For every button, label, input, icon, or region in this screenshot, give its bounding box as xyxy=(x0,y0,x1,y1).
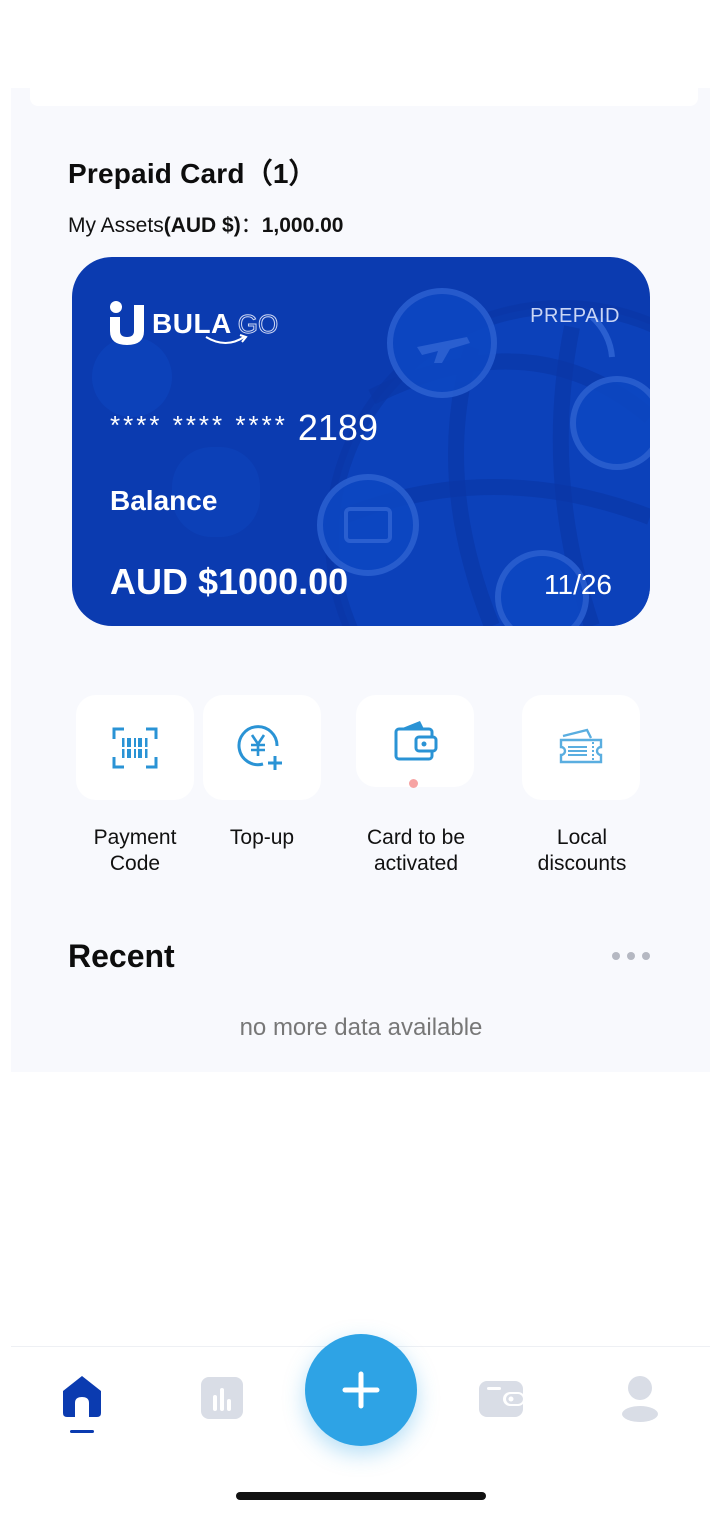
empty-state-text: no more data available xyxy=(239,1014,483,1041)
top-up-label: Top-up xyxy=(229,826,295,849)
more-options-icon[interactable] xyxy=(612,952,650,960)
tab-profile[interactable] xyxy=(614,1372,666,1424)
ticket-icon xyxy=(559,728,603,763)
balance-label: Balance xyxy=(110,485,218,516)
local-discounts-label: Local discounts xyxy=(537,826,627,875)
assets-value: 1,000.00 xyxy=(261,214,344,237)
card-to-be-activated-label: Card to be activated xyxy=(366,826,466,875)
bulago-logo: BULA GO xyxy=(108,301,279,347)
card-type-label: PREPAID xyxy=(530,305,620,327)
home-icon xyxy=(63,1376,101,1417)
local-discounts-tile[interactable] xyxy=(522,695,640,800)
balance-value: AUD $1000.00 xyxy=(110,561,349,602)
user-icon xyxy=(622,1376,658,1422)
wallet-icon xyxy=(394,721,438,761)
tab-home[interactable] xyxy=(56,1370,108,1422)
yen-plus-icon xyxy=(237,724,282,770)
card-number-last4: 2189 xyxy=(297,407,378,448)
top-strip xyxy=(30,88,698,106)
notification-dot xyxy=(409,779,418,788)
plus-icon xyxy=(342,1371,380,1409)
assets-separator: ： xyxy=(240,214,262,237)
active-tab-indicator xyxy=(70,1430,94,1433)
barcode-scan-icon xyxy=(112,727,158,768)
bar-chart-icon xyxy=(201,1377,243,1419)
card-number: **** **** **** 2189 xyxy=(110,407,378,449)
logo-swoosh-icon xyxy=(205,334,248,344)
my-assets-line: My Assets(AUD $)：1,000.00 xyxy=(68,209,343,239)
card-expiry: 11/26 xyxy=(544,569,612,600)
wallet-tab-icon xyxy=(479,1381,525,1417)
payment-code-tile[interactable] xyxy=(76,695,194,800)
bulago-mark-icon xyxy=(110,301,144,345)
tab-wallet[interactable] xyxy=(474,1372,528,1424)
top-up-tile[interactable] xyxy=(203,695,321,800)
add-button[interactable] xyxy=(305,1334,417,1446)
card-to-be-activated-tile[interactable] xyxy=(356,695,474,787)
home-indicator xyxy=(236,1492,486,1500)
assets-prefix: My Assets xyxy=(68,214,164,237)
assets-currency: (AUD $) xyxy=(163,214,241,237)
recent-title: Recent xyxy=(68,938,175,974)
tab-stats[interactable] xyxy=(196,1372,248,1424)
prepaid-card-title: Prepaid Card（1） xyxy=(68,158,317,189)
prepaid-card[interactable]: BULA GO PREPAID **** **** **** 2189 Bala… xyxy=(72,257,650,626)
card-number-masked: **** **** **** xyxy=(110,410,288,440)
